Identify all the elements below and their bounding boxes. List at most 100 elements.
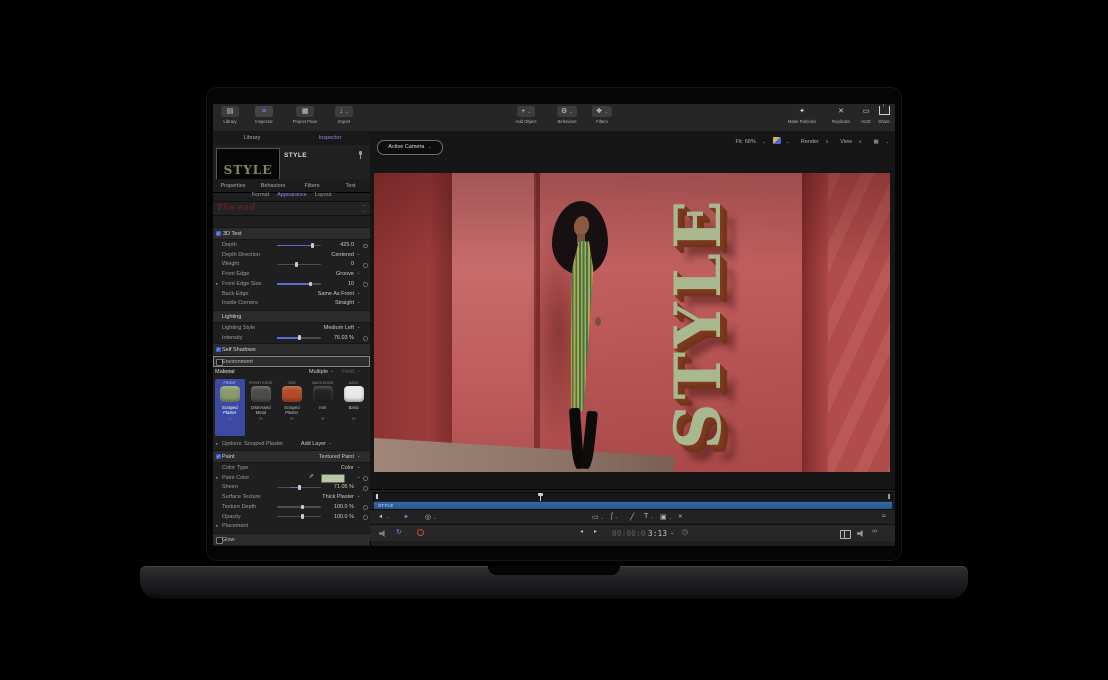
tab-behaviors[interactable]: Behaviors: [253, 183, 293, 189]
keyframe-icon[interactable]: [363, 282, 368, 287]
front-edge-size-slider[interactable]: [277, 283, 321, 284]
replicate-button[interactable]: ✕ Replicate: [825, 106, 857, 124]
style-preset-strip[interactable]: The end ⌃⌄: [213, 201, 370, 216]
tab-properties[interactable]: Properties: [213, 183, 253, 189]
stepper-icon[interactable]: ⌃⌄: [363, 205, 366, 212]
camera-dropdown[interactable]: Active Camera ⌄: [377, 140, 443, 155]
play-button[interactable]: ▸: [594, 528, 597, 535]
filters-button[interactable]: ❖⌄ Filters: [587, 106, 617, 124]
disclosure-icon[interactable]: ▸: [216, 441, 218, 447]
link-icon[interactable]: ∞: [246, 416, 276, 422]
material-slot-side[interactable]: SIDE Scraped Plaster ∞: [277, 379, 307, 436]
keyframe-icon[interactable]: [363, 476, 368, 481]
make-particles-button[interactable]: ✦ Make Particles: [779, 106, 825, 124]
material-slot-front[interactable]: FRONT Scraped Plaster ∞: [215, 379, 245, 436]
stepper-icon[interactable]: ⌄: [356, 252, 360, 257]
tab-library[interactable]: Library: [213, 135, 291, 141]
out-point-marker[interactable]: [888, 494, 890, 499]
stepper-icon[interactable]: ⌄: [356, 494, 360, 499]
knife-tool[interactable]: ✕: [678, 514, 683, 520]
fit-zoom-control[interactable]: Fit: 68% ⌄: [731, 139, 767, 145]
add-layer-button[interactable]: Add Layer: [301, 441, 326, 447]
disclosure-icon[interactable]: ▸: [216, 475, 218, 481]
tab-inspector[interactable]: Inspector: [291, 135, 369, 141]
tab-text[interactable]: Text: [331, 183, 370, 189]
rectangle-tool[interactable]: ▭⌄: [592, 513, 604, 521]
sheen-slider[interactable]: [277, 487, 321, 488]
link-icon[interactable]: ∞: [215, 416, 245, 422]
grid-icon[interactable]: ▦ ⌄: [868, 139, 889, 145]
timecode[interactable]: 3:13: [648, 529, 667, 538]
timecode-menu-icon[interactable]: ⌄: [670, 530, 674, 536]
line-tool[interactable]: ╱: [630, 513, 634, 521]
audio-icon[interactable]: [857, 530, 865, 537]
keyframe-icon[interactable]: [363, 486, 368, 491]
tab-filters[interactable]: Filters: [293, 183, 331, 189]
subtab-appearance[interactable]: Appearance: [277, 192, 307, 198]
view-menu[interactable]: View ∨: [835, 139, 862, 145]
color-channel-icon[interactable]: [773, 137, 781, 144]
inspector-button[interactable]: ≡ Inspector: [245, 106, 283, 124]
weight-slider[interactable]: [277, 264, 321, 265]
chevron-down-icon[interactable]: ⌄: [328, 441, 332, 446]
eyedropper-icon[interactable]: ✎: [309, 474, 314, 480]
pin-icon[interactable]: [358, 151, 363, 159]
keyframe-link-icon[interactable]: ∞: [872, 528, 877, 535]
share-button[interactable]: ↑ Share: [873, 106, 895, 124]
opacity-slider[interactable]: [277, 516, 321, 517]
subtab-format[interactable]: Format: [252, 192, 269, 198]
stepper-icon[interactable]: ⌄: [356, 465, 360, 470]
add-object-button[interactable]: +⌄ Add Object: [505, 106, 547, 124]
keyframe-icon[interactable]: [363, 505, 368, 510]
behaviors-button[interactable]: ⚙⌄ Behaviors: [549, 106, 585, 124]
disclosure-icon[interactable]: ▸: [216, 281, 218, 287]
render-menu[interactable]: Render ∨: [796, 139, 829, 145]
video-frame[interactable]: STYLE: [374, 173, 890, 472]
3d-text-checkbox[interactable]: ✓: [216, 231, 222, 237]
in-point-marker[interactable]: [376, 494, 378, 499]
library-button[interactable]: ▤ Library: [215, 106, 245, 124]
bezier-tool[interactable]: ʃ⌄: [611, 513, 618, 520]
link-icon[interactable]: ∞: [277, 416, 307, 422]
keyframe-icon[interactable]: [363, 263, 368, 268]
curve-editor-icon[interactable]: ≈: [882, 513, 886, 520]
import-button[interactable]: ↓⌄ Import: [327, 106, 361, 124]
loop-playback-icon[interactable]: ↻: [396, 528, 402, 536]
stepper-icon[interactable]: ⌄: [330, 369, 334, 374]
record-button[interactable]: [417, 529, 424, 536]
canvas-area[interactable]: Active Camera ⌄ Fit: 68% ⌄ ⌄ Render ∨ Vi…: [370, 131, 895, 489]
self-shadows-checkbox[interactable]: ✓: [216, 347, 222, 353]
style-3d-text[interactable]: STYLE: [654, 183, 746, 463]
subtab-layout[interactable]: Layout: [315, 192, 332, 198]
text-tool[interactable]: T⌄: [644, 513, 654, 520]
stepper-icon[interactable]: ⌄: [356, 271, 360, 276]
depth-slider[interactable]: [277, 245, 321, 246]
chevron-down-icon[interactable]: ⌄: [356, 475, 360, 480]
playhead[interactable]: [540, 493, 541, 501]
orbit-tool[interactable]: ◎⌄: [425, 513, 436, 521]
material-slot-back[interactable]: BACK Basic ∞: [339, 379, 369, 436]
clock-icon[interactable]: ◷: [682, 528, 688, 536]
material-slot-back-edge[interactable]: BACK EDGE Iron ∞: [308, 379, 338, 436]
select-tool[interactable]: ➤⌄: [379, 513, 389, 520]
project-pane-button[interactable]: ▦ Project Pane: [283, 106, 327, 124]
keyframe-icon[interactable]: [363, 336, 368, 341]
paint-checkbox[interactable]: ✓: [216, 454, 222, 460]
mute-audio-icon[interactable]: [379, 530, 387, 537]
show-timeline-icon[interactable]: [840, 530, 851, 539]
intensity-slider[interactable]: [277, 337, 321, 338]
stepper-icon[interactable]: ⌄: [356, 454, 360, 459]
image-mask-tool[interactable]: ▣⌄: [660, 513, 672, 521]
disclosure-icon[interactable]: ▸: [216, 523, 218, 529]
stepper-icon[interactable]: ⌄: [356, 325, 360, 330]
keyframe-icon[interactable]: [363, 244, 368, 249]
texture-depth-slider[interactable]: [277, 506, 321, 507]
stepper-icon[interactable]: ⌄: [356, 291, 360, 296]
go-to-start-button[interactable]: ◂: [580, 528, 583, 535]
link-icon[interactable]: ∞: [339, 416, 369, 422]
material-slot-front-edge[interactable]: FRONT EDGE Distressed Metal ∞: [246, 379, 276, 436]
keyframe-icon[interactable]: [363, 515, 368, 520]
3d-transform-tool[interactable]: ✦: [403, 513, 409, 521]
link-icon[interactable]: ∞: [308, 416, 338, 422]
stepper-icon[interactable]: ⌄: [356, 300, 360, 305]
